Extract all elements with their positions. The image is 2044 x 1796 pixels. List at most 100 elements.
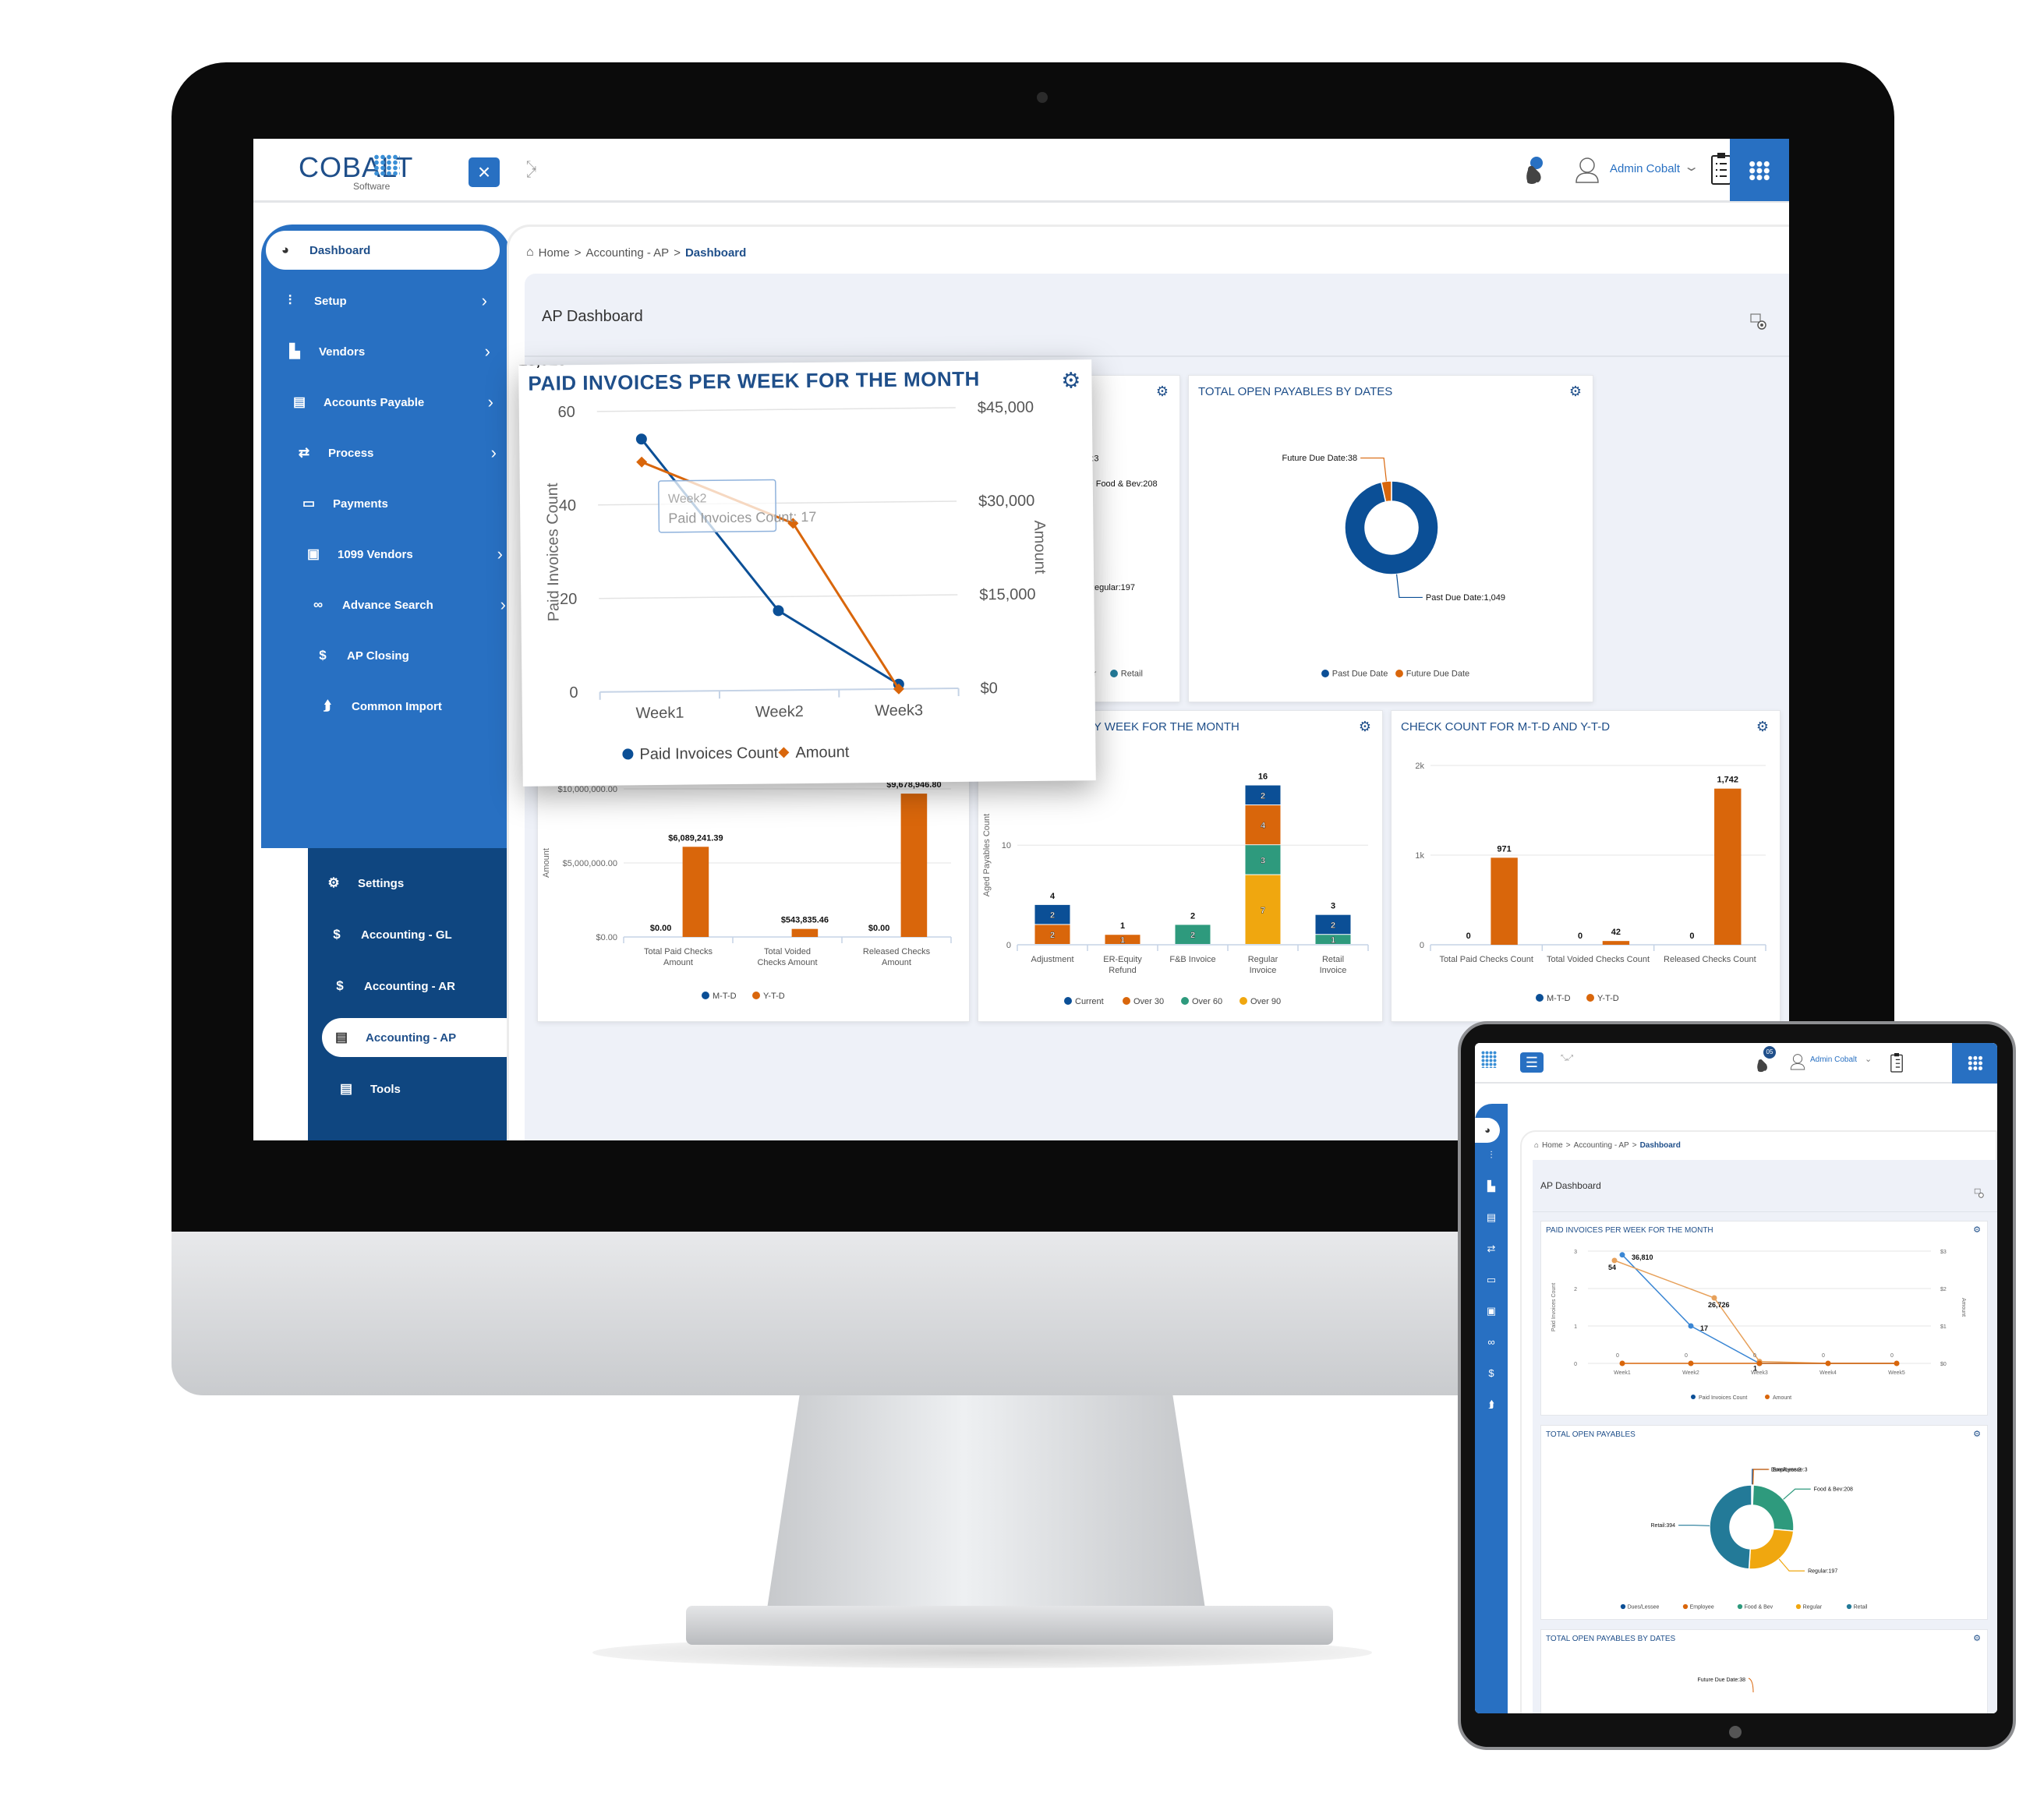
x-tick-label: Total Voided: [764, 947, 811, 956]
dashboard-settings-icon[interactable]: [1749, 313, 1768, 331]
module-item-tools[interactable]: ▤ Tools: [327, 1069, 514, 1108]
cobalt-logo[interactable]: COBALT Software: [299, 151, 413, 192]
sidebar-item-accounts-payable[interactable]: ▤ Accounts Payable ›: [280, 383, 501, 422]
breadcrumb-accounting-ap[interactable]: Accounting - AP: [1574, 1141, 1629, 1150]
breadcrumb-home[interactable]: Home: [1542, 1141, 1563, 1150]
bar-y-t-d: [1602, 941, 1630, 945]
dashboard-gauge-icon[interactable]: ◕: [1475, 1118, 1500, 1143]
user-name[interactable]: Admin Cobalt: [1610, 162, 1680, 175]
home-icon[interactable]: ⌂: [526, 246, 534, 260]
sidebar-item-setup[interactable]: ⫶ Setup ›: [271, 281, 495, 320]
open-payables-dates-donut: Past Due Date:1,049 Future Due Date:38 Pas…: [1282, 454, 1505, 678]
task-clipboard-icon[interactable]: [1890, 1051, 1904, 1074]
segment-label: 2: [1050, 931, 1055, 940]
vendors-icon[interactable]: ▙: [1475, 1180, 1508, 1193]
bar-label: 0: [1578, 932, 1583, 941]
process-icon[interactable]: ⇄: [1475, 1243, 1508, 1255]
form-1099-icon[interactable]: ▣: [1475, 1305, 1508, 1317]
y-tick-label: 60: [557, 404, 575, 421]
x-tick-label: Total Paid Checks: [644, 947, 713, 956]
sidebar-item-vendors[interactable]: ▙ Vendors ›: [275, 332, 498, 371]
tablet-device: ☰ ⤡⤢ 05 Admin Cobalt ⌄ ◕ ⫶ ▙ ▤ ⇄ ▭ ▣ ∞ $…: [1458, 1021, 2016, 1750]
collapse-icon[interactable]: ⤡⤢: [1561, 1054, 1573, 1062]
y2-tick-label: $15,000: [979, 586, 1036, 604]
ledger-icon: ▤: [334, 1030, 348, 1045]
legend-label: Paid Invoices Count: [1699, 1395, 1747, 1401]
breadcrumb-accounting-ap[interactable]: Accounting - AP: [585, 246, 669, 260]
chevron-down-icon[interactable]: ⌄: [1683, 159, 1699, 175]
grid-dots-icon: [1749, 161, 1770, 181]
y-tick-label: 2: [1574, 1287, 1577, 1292]
notification-bell-icon[interactable]: [1524, 156, 1544, 187]
legend-label: Amount: [1773, 1395, 1791, 1401]
data-label: 17: [1700, 1324, 1708, 1332]
legend-label: Employee: [1690, 1604, 1714, 1610]
dashboard-panel: AP Dashboard PAID INVOICES PER WEEK FOR …: [1533, 1160, 1997, 1713]
user-avatar-icon[interactable]: [1575, 156, 1600, 184]
user-avatar-icon[interactable]: [1790, 1052, 1805, 1071]
y2-tick-label: $0: [1940, 1362, 1947, 1367]
x-tick-label: Retail: [1322, 955, 1344, 964]
dashboard-settings-icon[interactable]: [1974, 1188, 1985, 1199]
close-sidebar-button[interactable]: ×: [469, 157, 500, 187]
gear-icon[interactable]: ⚙: [1973, 1225, 1981, 1235]
breadcrumb-separator: >: [1632, 1141, 1637, 1150]
sidebar-item-label: Setup: [314, 294, 347, 308]
gear-icon[interactable]: ⚙: [1061, 367, 1080, 393]
x-tick-label: Checks Amount: [757, 958, 817, 967]
module-item-settings[interactable]: ⚙ Settings: [314, 864, 501, 903]
breadcrumb-home[interactable]: Home: [539, 246, 570, 260]
data-label: Future Due Date:38: [1282, 454, 1358, 463]
module-item-accounting-gl[interactable]: $ Accounting - GL: [317, 915, 504, 954]
data-label: 26,726: [1708, 1301, 1730, 1309]
sidebar-item-payments[interactable]: ▭ Payments: [289, 484, 507, 523]
sliders-icon[interactable]: ⫶: [1475, 1149, 1508, 1161]
total-label: 16: [1258, 772, 1268, 782]
dollar-lock-icon: $: [319, 648, 327, 663]
paid-invoices-popout-card: PAID INVOICES PER WEEK FOR THE MONTH ⚙ 0…: [518, 352, 1096, 787]
gear-icon[interactable]: ⚙: [1973, 1633, 1981, 1643]
legend-marker: [702, 992, 709, 999]
chevron-down-icon[interactable]: ⌄: [1865, 1054, 1872, 1064]
user-name[interactable]: Admin Cobalt: [1810, 1055, 1857, 1064]
hamburger-menu-button[interactable]: ☰: [1520, 1052, 1544, 1073]
dollar-lock-icon[interactable]: $: [1475, 1367, 1508, 1379]
app-launcher-button[interactable]: [1952, 1043, 1997, 1084]
doc-gear-icon: ▤: [339, 1081, 353, 1096]
sidebar-item-ap-closing[interactable]: $ AP Closing: [303, 636, 517, 675]
import-icon[interactable]: ⮭: [1475, 1398, 1508, 1411]
total-label: 4: [1050, 892, 1056, 901]
credit-card-icon[interactable]: ▭: [1475, 1274, 1508, 1286]
data-point: [1619, 1252, 1625, 1258]
sidebar-item-label: Vendors: [319, 345, 366, 359]
binoculars-icon[interactable]: ∞: [1475, 1336, 1508, 1348]
y-axis-label: Paid Invoices Count: [544, 483, 563, 622]
module-item-accounting-ap[interactable]: ▤ Accounting - AP: [322, 1018, 525, 1057]
card-title: PAID INVOICES PER WEEK FOR THE MONTH: [1546, 1226, 1713, 1235]
home-icon[interactable]: ⌂: [1534, 1141, 1539, 1150]
app-launcher-button[interactable]: [1730, 139, 1789, 201]
module-item-accounting-ar[interactable]: $ Accounting - AR: [320, 967, 507, 1006]
fullscreen-icon[interactable]: ⤡ ⤢: [526, 160, 543, 180]
sidebar-item-process[interactable]: ⇄ Process ›: [285, 433, 504, 472]
legend-label: M-T-D: [1547, 994, 1571, 1003]
clipboard-icon[interactable]: ▤: [1475, 1211, 1508, 1224]
data-point: [1756, 1360, 1763, 1366]
gear-icon[interactable]: ⚙: [1973, 1429, 1981, 1439]
x-tick-label: Week1: [635, 705, 684, 723]
legend-marker: [752, 992, 760, 999]
data-label: 0: [1753, 1353, 1756, 1359]
form-1099-icon: ▣: [306, 546, 320, 561]
sidebar-item-common-import[interactable]: ⮭ Common Import: [308, 687, 520, 726]
sidebar-item-1099-vendors[interactable]: ▣ 1099 Vendors ›: [294, 535, 511, 574]
sidebar-item-advance-search[interactable]: ∞ Advance Search ›: [299, 585, 514, 624]
segment-label: 1: [1331, 936, 1335, 946]
data-point: [1825, 1360, 1831, 1366]
logo-dots-icon[interactable]: [1481, 1051, 1497, 1068]
legend-marker: [1181, 997, 1189, 1005]
x-tick-label: Amount: [663, 958, 693, 967]
sidebar-item-dashboard[interactable]: ◕ Dashboard: [266, 231, 500, 270]
data-label: Regular:197: [1808, 1569, 1837, 1575]
tooltip-text: Paid Invoices Count: 17: [668, 509, 816, 526]
credit-card-icon: ▭: [302, 496, 316, 511]
